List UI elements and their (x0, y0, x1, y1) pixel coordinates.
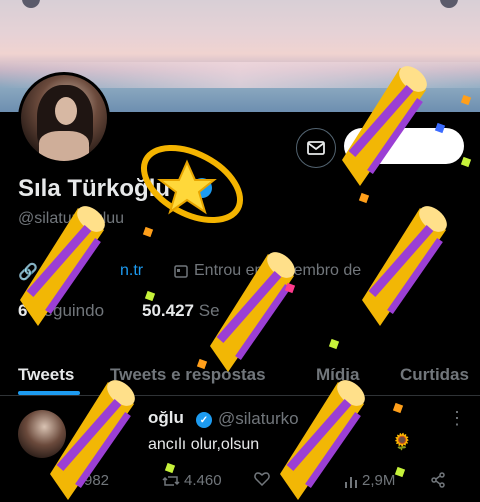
star-swirl-icon (140, 144, 244, 224)
sunflower-emoji: 🌻 (392, 434, 412, 451)
share-icon (431, 472, 445, 488)
party-popper-icon (280, 380, 365, 500)
tweet-more-icon[interactable]: ⋮ (448, 408, 466, 429)
followers-count: 50.427 (142, 301, 194, 320)
tweet-text: ancılı olur,olsun (148, 436, 260, 453)
message-button[interactable] (296, 128, 336, 168)
avatar-shoulder (39, 131, 89, 161)
back-icon[interactable] (22, 0, 40, 8)
party-popper-icon (362, 206, 447, 326)
like-button[interactable] (254, 472, 270, 486)
avatar[interactable] (18, 72, 110, 164)
tweet-author-name[interactable]: oğlu (148, 408, 184, 428)
calendar-icon (174, 265, 188, 278)
confetti-icon (328, 338, 340, 350)
more-icon[interactable] (440, 0, 458, 8)
party-popper-icon (20, 206, 105, 326)
tweet-verified-icon: ✓ (196, 412, 212, 428)
views-count: 2,9M (362, 472, 396, 489)
confetti-icon (144, 290, 156, 302)
party-popper-icon (50, 380, 135, 500)
profile-link[interactable]: n.tr (120, 262, 143, 280)
share-button[interactable] (430, 472, 446, 488)
retweet-count: 4.460 (184, 472, 222, 489)
party-popper-icon (210, 252, 295, 372)
confetti-icon (394, 466, 406, 478)
mail-icon (307, 141, 325, 155)
retweet-button[interactable]: 4.460 (162, 472, 222, 489)
confetti-icon (392, 402, 404, 414)
tab-likes[interactable]: Curtidas (400, 365, 469, 385)
retweet-icon (162, 475, 180, 486)
avatar-face (55, 97, 77, 125)
like-icon (254, 472, 270, 486)
confetti-icon (460, 156, 472, 168)
party-popper-icon (342, 66, 427, 186)
